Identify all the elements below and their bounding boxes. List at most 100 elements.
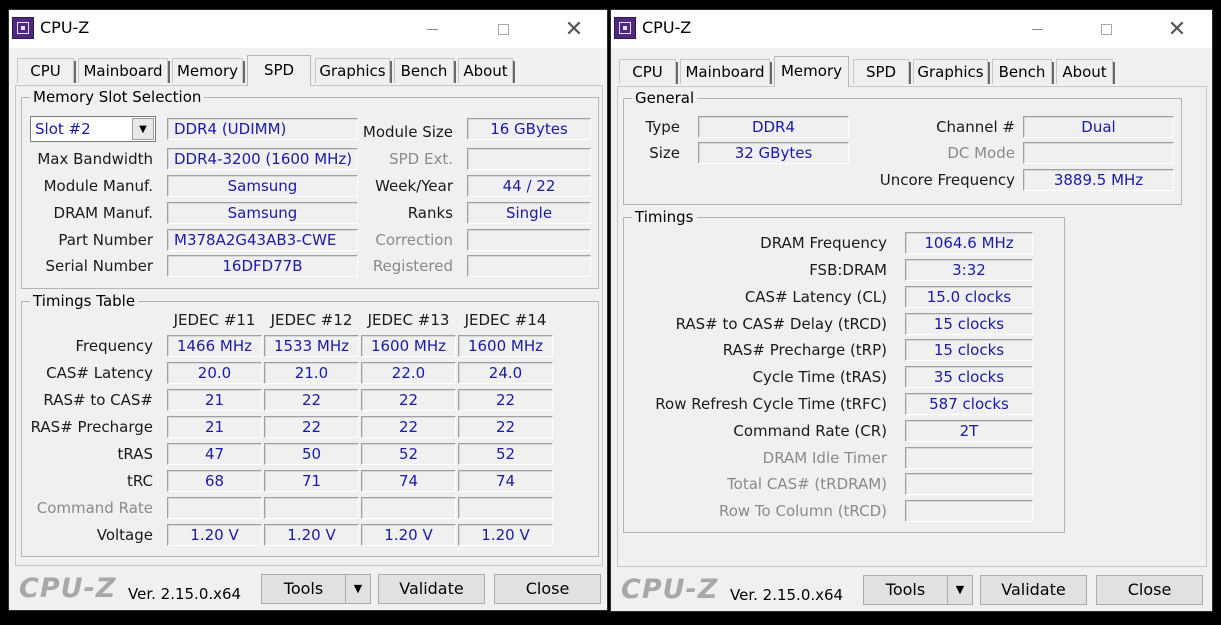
maximize-icon[interactable] <box>1083 10 1129 48</box>
spd-panel: Memory Slot Selection Slot #2 ▼ DDR4 (UD… <box>15 85 603 566</box>
timing-cell: 21 <box>167 416 262 438</box>
timing-label: Cycle Time (tRAS) <box>752 368 887 386</box>
tab-mainboard[interactable]: Mainboard <box>680 59 772 84</box>
column-header: JEDEC #11 <box>173 311 256 329</box>
minimize-icon[interactable] <box>1014 10 1060 48</box>
timing-label: FSB:DRAM <box>809 261 887 279</box>
timing-cell: 74 <box>458 470 553 492</box>
column-header: JEDEC #13 <box>367 311 450 329</box>
serial-number-label: Serial Number <box>45 257 153 275</box>
timing-cell: 52 <box>458 443 553 465</box>
timing-cell: 68 <box>167 470 262 492</box>
week-year-label: Week/Year <box>375 177 453 195</box>
spd-ext-label: SPD Ext. <box>389 150 453 168</box>
tab-memory[interactable]: Memory <box>774 56 849 87</box>
timing-cell: 74 <box>361 470 456 492</box>
version-label: Ver. 2.15.0.x64 <box>730 586 844 604</box>
slot-select[interactable]: Slot #2 ▼ <box>30 116 156 142</box>
maximize-icon[interactable] <box>480 10 526 48</box>
timing-value: 1064.6 MHz <box>905 232 1033 254</box>
timings-table-group: Timings Table JEDEC #11 JEDEC #12 JEDEC … <box>21 292 599 557</box>
timing-cell: 24.0 <box>458 362 553 384</box>
timing-value: 15 clocks <box>905 339 1033 361</box>
timing-cell <box>361 497 456 519</box>
title-bar[interactable]: CPU-Z ✕ <box>9 10 607 48</box>
uncore-frequency-field: 3889.5 MHz <box>1023 169 1174 191</box>
column-header: JEDEC #12 <box>270 311 353 329</box>
validate-button[interactable]: Validate <box>378 574 485 604</box>
timing-cell: 1.20 V <box>167 524 262 546</box>
version-label: Ver. 2.15.0.x64 <box>128 585 242 603</box>
tab-bench[interactable]: Bench <box>992 59 1054 84</box>
memory-panel: General Type DDR4 Size 32 GBytes Channel… <box>617 86 1207 567</box>
week-year-field: 44 / 22 <box>467 175 591 197</box>
timing-label: CAS# Latency (CL) <box>744 288 887 306</box>
timing-cell: 22 <box>264 416 359 438</box>
timing-label: Total CAS# (tRDRAM) <box>727 475 887 493</box>
window-title: CPU-Z <box>642 18 692 37</box>
timing-cell: 21.0 <box>264 362 359 384</box>
timing-cell <box>458 497 553 519</box>
title-bar[interactable]: CPU-Z ✕ <box>611 10 1212 48</box>
tab-cpu[interactable]: CPU <box>619 59 678 84</box>
module-type-field: DDR4 (UDIMM) <box>167 118 358 140</box>
dram-manuf-field: Samsung <box>167 202 358 224</box>
cpuz-window-spd: CPU-Z ✕ CPU Mainboard Memory SPD Graphic… <box>8 9 608 611</box>
tab-bench[interactable]: Bench <box>394 58 456 83</box>
timing-row-label: CAS# Latency <box>46 364 153 382</box>
timing-cell: 21 <box>167 389 262 411</box>
timing-label: RAS# Precharge (tRP) <box>722 341 887 359</box>
close-icon[interactable]: ✕ <box>1154 10 1200 48</box>
tab-spd[interactable]: SPD <box>853 59 911 84</box>
timing-cell: 22 <box>458 389 553 411</box>
tab-cpu[interactable]: CPU <box>17 58 76 83</box>
timing-cell: 52 <box>361 443 456 465</box>
timing-cell: 47 <box>167 443 262 465</box>
module-manuf-field: Samsung <box>167 175 358 197</box>
registered-label: Registered <box>372 257 453 275</box>
cpuz-app-icon <box>614 17 636 39</box>
chevron-down-icon[interactable]: ▼ <box>346 575 370 603</box>
close-button[interactable]: Close <box>494 574 601 604</box>
timing-row-label: Voltage <box>96 526 153 544</box>
close-button[interactable]: Close <box>1096 575 1203 605</box>
timing-cell: 1600 MHz <box>458 335 553 357</box>
slot-select-value: Slot #2 <box>35 120 91 138</box>
group-label: General <box>632 89 698 107</box>
timings-group: Timings DRAM Frequency 1064.6 MHz FSB:DR… <box>623 208 1065 533</box>
memory-slot-group: Memory Slot Selection Slot #2 ▼ DDR4 (UD… <box>21 88 599 289</box>
dc-mode-label: DC Mode <box>947 144 1015 162</box>
tools-button-label: Tools <box>864 576 948 604</box>
group-label: Timings <box>632 208 697 226</box>
chevron-down-icon[interactable]: ▼ <box>948 576 972 604</box>
tools-button[interactable]: Tools ▼ <box>863 575 973 605</box>
minimize-icon[interactable] <box>409 10 455 48</box>
timing-value: 3:32 <box>905 259 1033 281</box>
tab-mainboard[interactable]: Mainboard <box>78 58 170 83</box>
tab-about[interactable]: About <box>458 58 515 83</box>
timing-cell: 22 <box>458 416 553 438</box>
ranks-label: Ranks <box>407 204 453 222</box>
registered-field <box>467 255 591 277</box>
timing-value: 15 clocks <box>905 313 1033 335</box>
timing-value: 2T <box>905 420 1033 442</box>
timing-cell: 20.0 <box>167 362 262 384</box>
timing-label: Command Rate (CR) <box>733 422 887 440</box>
module-size-label: Module Size <box>362 123 453 141</box>
close-icon[interactable]: ✕ <box>551 10 597 48</box>
tab-bar: CPU Mainboard Memory SPD Graphics Bench … <box>611 56 1212 87</box>
tab-spd[interactable]: SPD <box>247 55 311 86</box>
timing-value: 15.0 clocks <box>905 286 1033 308</box>
timing-cell: 1.20 V <box>361 524 456 546</box>
validate-button[interactable]: Validate <box>980 575 1087 605</box>
chevron-down-icon[interactable]: ▼ <box>132 118 154 140</box>
spd-ext-field <box>467 148 591 170</box>
cpuz-app-icon <box>12 17 34 39</box>
tab-graphics[interactable]: Graphics <box>315 58 392 83</box>
tools-button[interactable]: Tools ▼ <box>261 574 371 604</box>
timing-row-label: Frequency <box>75 337 154 355</box>
tab-graphics[interactable]: Graphics <box>913 59 990 84</box>
size-label: Size <box>649 144 680 162</box>
tab-about[interactable]: About <box>1056 59 1115 84</box>
tab-memory[interactable]: Memory <box>172 58 245 83</box>
